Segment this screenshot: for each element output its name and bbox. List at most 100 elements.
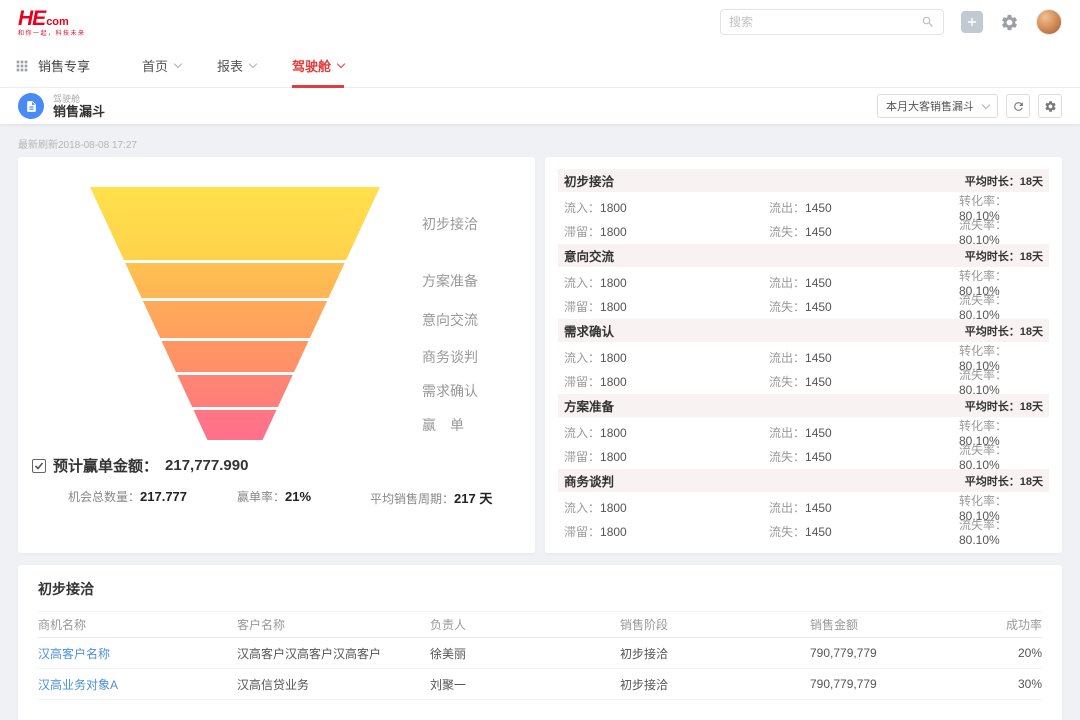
workspace-label[interactable]: 销售专享	[38, 56, 90, 75]
metric-label: 流失率：	[959, 518, 1007, 532]
opportunity-link[interactable]: 汉高客户名称	[38, 645, 237, 662]
chevron-down-icon	[337, 59, 345, 67]
funnel-segment-3[interactable]	[90, 341, 380, 372]
metric-value: 1800	[600, 450, 627, 464]
stage-header: 方案准备平均时长：18天	[558, 394, 1049, 417]
settings-button[interactable]	[1038, 94, 1062, 118]
nav-item-cockpit[interactable]: 驾驶舱	[292, 44, 344, 88]
metric-label: 滞留：	[564, 300, 600, 314]
stage-section-1: 意向交流平均时长：18天流入：1800流出：1450转化率：80.10%滞留：1…	[558, 244, 1049, 315]
stage-metric-row: 流入：1800流出：1450转化率：80.10%	[558, 342, 1049, 366]
table-header-row: 商机名称客户名称负责人销售阶段销售金额成功率	[38, 611, 1042, 638]
stage-duration: 平均时长：18天	[965, 323, 1043, 339]
funnel-stage-label: 赢 单	[422, 416, 464, 434]
table-col-header: 客户名称	[237, 616, 430, 633]
settings-button-top[interactable]	[1000, 13, 1019, 32]
expected-win-amount: 预计赢单金额： 217,777.990	[32, 455, 248, 476]
refresh-button[interactable]	[1006, 94, 1030, 118]
nav-item-home[interactable]: 首页	[142, 44, 181, 88]
metric-label: 滞留：	[564, 225, 600, 239]
funnel-stage-label: 意向交流	[422, 311, 478, 329]
filter-selected-value: 本月大客销售漏斗	[886, 98, 974, 114]
funnel-segment-1[interactable]	[90, 263, 380, 298]
stage-metric: 流失：1450	[769, 523, 959, 540]
stage-title: 商务谈判	[564, 471, 614, 490]
metric-value: 80.10%	[959, 308, 1000, 322]
stage-metric: 流入：1800	[564, 274, 769, 291]
metric-value: 80.10%	[959, 458, 1000, 472]
table-cell: 汉高信贷业务	[237, 676, 430, 693]
funnel-stage-label: 方案准备	[422, 272, 478, 290]
table-cell: 初步接洽	[620, 676, 810, 693]
title-block: 驾驶舱 销售漏斗	[53, 94, 105, 119]
stage-metric: 流出：1450	[769, 424, 959, 441]
funnel-stage-label: 初步接洽	[422, 215, 478, 233]
table-row: 汉高业务对象A汉高信贷业务刘聚一初步接洽790,779,77930%	[38, 669, 1042, 700]
stage-metric-row: 流入：1800流出：1450转化率：80.10%	[558, 492, 1049, 516]
stage-section-0: 初步接洽平均时长：18天流入：1800流出：1450转化率：80.10%滞留：1…	[558, 169, 1049, 240]
stage-header: 商务谈判平均时长：18天	[558, 469, 1049, 492]
stage-metric: 流入：1800	[564, 199, 769, 216]
funnel-segment-5[interactable]	[90, 410, 380, 440]
stage-metric: 滞留：1800	[564, 298, 769, 315]
apps-grid-icon[interactable]	[14, 58, 30, 74]
metric-label: 滞留：	[564, 525, 600, 539]
funnel-stat-label: 机会总数量：	[68, 490, 140, 504]
metric-value: 1450	[805, 375, 832, 389]
metric-label: 流失：	[769, 225, 805, 239]
metric-value: 80.10%	[959, 383, 1000, 397]
titlebar: 驾驶舱 销售漏斗 本月大客销售漏斗	[0, 88, 1080, 124]
checkbox-icon[interactable]	[32, 459, 46, 473]
funnel-filter-select[interactable]: 本月大客销售漏斗	[877, 94, 998, 118]
topbar: HE com 和你一起，科技未来	[0, 0, 1080, 44]
funnel-segment-4[interactable]	[90, 375, 380, 407]
stage-metric-row: 流入：1800流出：1450转化率：80.10%	[558, 417, 1049, 441]
metric-value: 1800	[600, 351, 627, 365]
global-search[interactable]	[720, 9, 944, 35]
metric-value: 1450	[805, 450, 832, 464]
metric-label: 转化率：	[959, 269, 1007, 283]
search-icon[interactable]	[921, 15, 935, 29]
table-cell: 790,779,779	[810, 646, 940, 660]
stage-metric: 滞留：1800	[564, 523, 769, 540]
opportunity-link[interactable]: 汉高业务对象A	[38, 676, 237, 693]
stage-header: 初步接洽 平均时长：18天	[558, 169, 1049, 192]
table-cell: 20%	[940, 646, 1042, 660]
funnel-stat: 赢单率：21%	[237, 488, 370, 508]
stage-metric: 流入：1800	[564, 424, 769, 441]
metric-label: 流失率：	[959, 443, 1007, 457]
funnel-stat-label: 平均销售周期：	[370, 492, 454, 506]
table-section-title: 初步接洽	[38, 579, 1042, 599]
nav-item-label: 报表	[217, 56, 243, 75]
logo[interactable]: HE com 和你一起，科技未来	[18, 8, 86, 37]
metric-value: 1800	[600, 501, 627, 515]
funnel-stage-label: 需求确认	[422, 382, 478, 400]
table-cell: 30%	[940, 677, 1042, 691]
metric-label: 流失：	[769, 375, 805, 389]
main-nav: 销售专享 首页 报表 驾驶舱	[0, 44, 1080, 88]
stage-title: 初步接洽	[564, 171, 614, 190]
stage-metric-row: 滞留：1800流失：1450流失率：80.10%	[558, 516, 1049, 540]
metric-label: 流失：	[769, 300, 805, 314]
title-actions: 本月大客销售漏斗	[877, 94, 1062, 118]
user-avatar[interactable]	[1036, 9, 1062, 35]
table-cell: 初步接洽	[620, 645, 810, 662]
table-body: 汉高客户名称汉高客户汉高客户汉高客户徐美丽初步接洽790,779,77920%汉…	[38, 638, 1042, 700]
metric-label: 流入：	[564, 351, 600, 365]
breadcrumb: 驾驶舱	[53, 94, 105, 104]
search-input[interactable]	[729, 15, 915, 29]
stage-metric-row: 滞留：1800流失：1450流失率：80.10%	[558, 441, 1049, 465]
metric-value: 1450	[805, 426, 832, 440]
stage-title: 意向交流	[564, 246, 614, 265]
dashboard-doc-icon	[18, 93, 44, 119]
funnel-segment-0[interactable]	[90, 187, 380, 260]
stage-duration: 平均时长：18天	[965, 248, 1043, 264]
metric-value: 1800	[600, 276, 627, 290]
stage-duration: 平均时长：18天	[965, 173, 1043, 189]
metric-value: 1800	[600, 225, 627, 239]
nav-item-reports[interactable]: 报表	[217, 44, 256, 88]
logo-text-he: HE	[18, 8, 45, 29]
add-button[interactable]	[961, 11, 983, 33]
gear-icon	[1000, 13, 1019, 32]
funnel-segment-2[interactable]	[90, 301, 380, 338]
